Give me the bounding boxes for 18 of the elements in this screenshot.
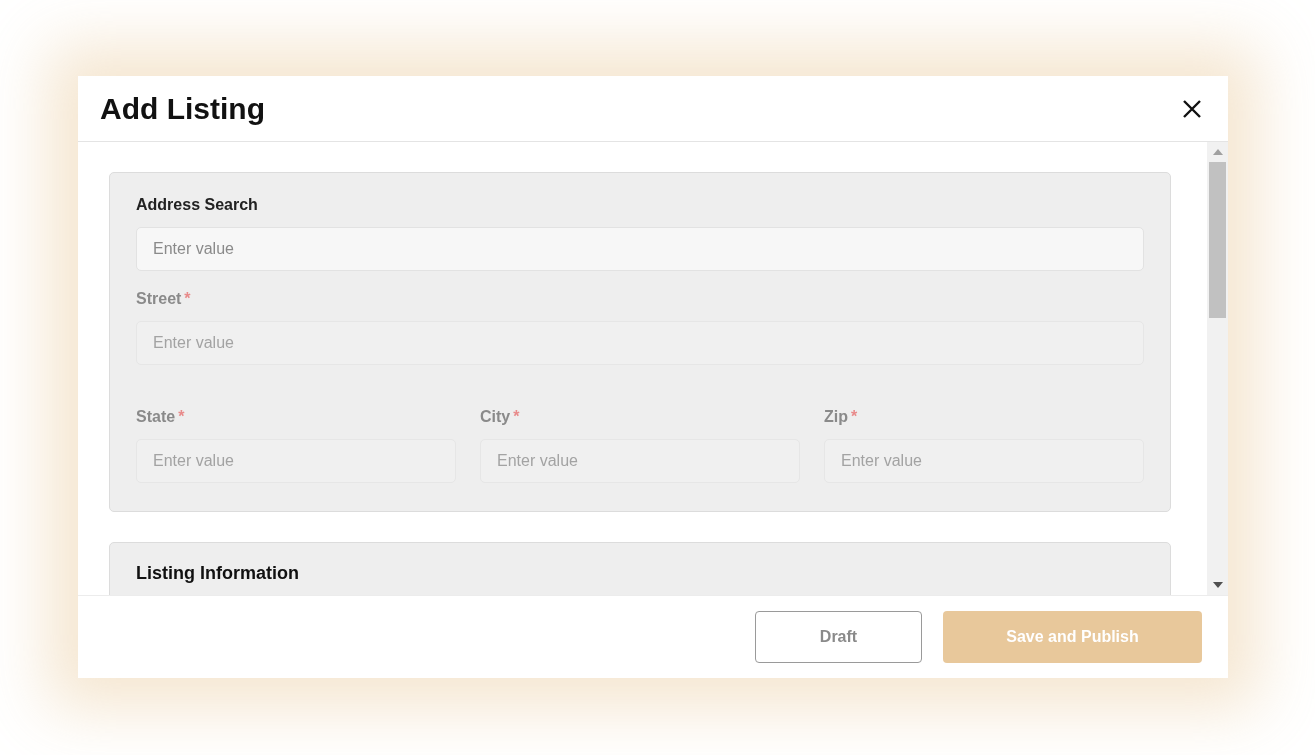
required-mark: *: [851, 407, 858, 427]
draft-button[interactable]: Draft: [755, 611, 922, 663]
field-label: Zip: [824, 407, 848, 427]
scroll-up-icon[interactable]: [1212, 148, 1223, 156]
required-mark: *: [184, 289, 191, 309]
section-heading: Listing Information: [136, 563, 300, 585]
field-label: State: [136, 407, 176, 427]
scrollbar-thumb[interactable]: [1209, 162, 1226, 318]
dialog-title: Add Listing: [100, 90, 265, 127]
required-mark: *: [178, 407, 185, 427]
field-label: Street: [136, 289, 182, 309]
field-label: City: [480, 407, 511, 427]
scrollbar[interactable]: [1207, 142, 1228, 595]
scroll-down-icon[interactable]: [1212, 581, 1223, 589]
required-mark: *: [513, 407, 520, 427]
close-icon: [1182, 98, 1202, 119]
field-label: Address Search: [136, 195, 258, 215]
input-field[interactable]: Enter value: [136, 227, 1144, 271]
